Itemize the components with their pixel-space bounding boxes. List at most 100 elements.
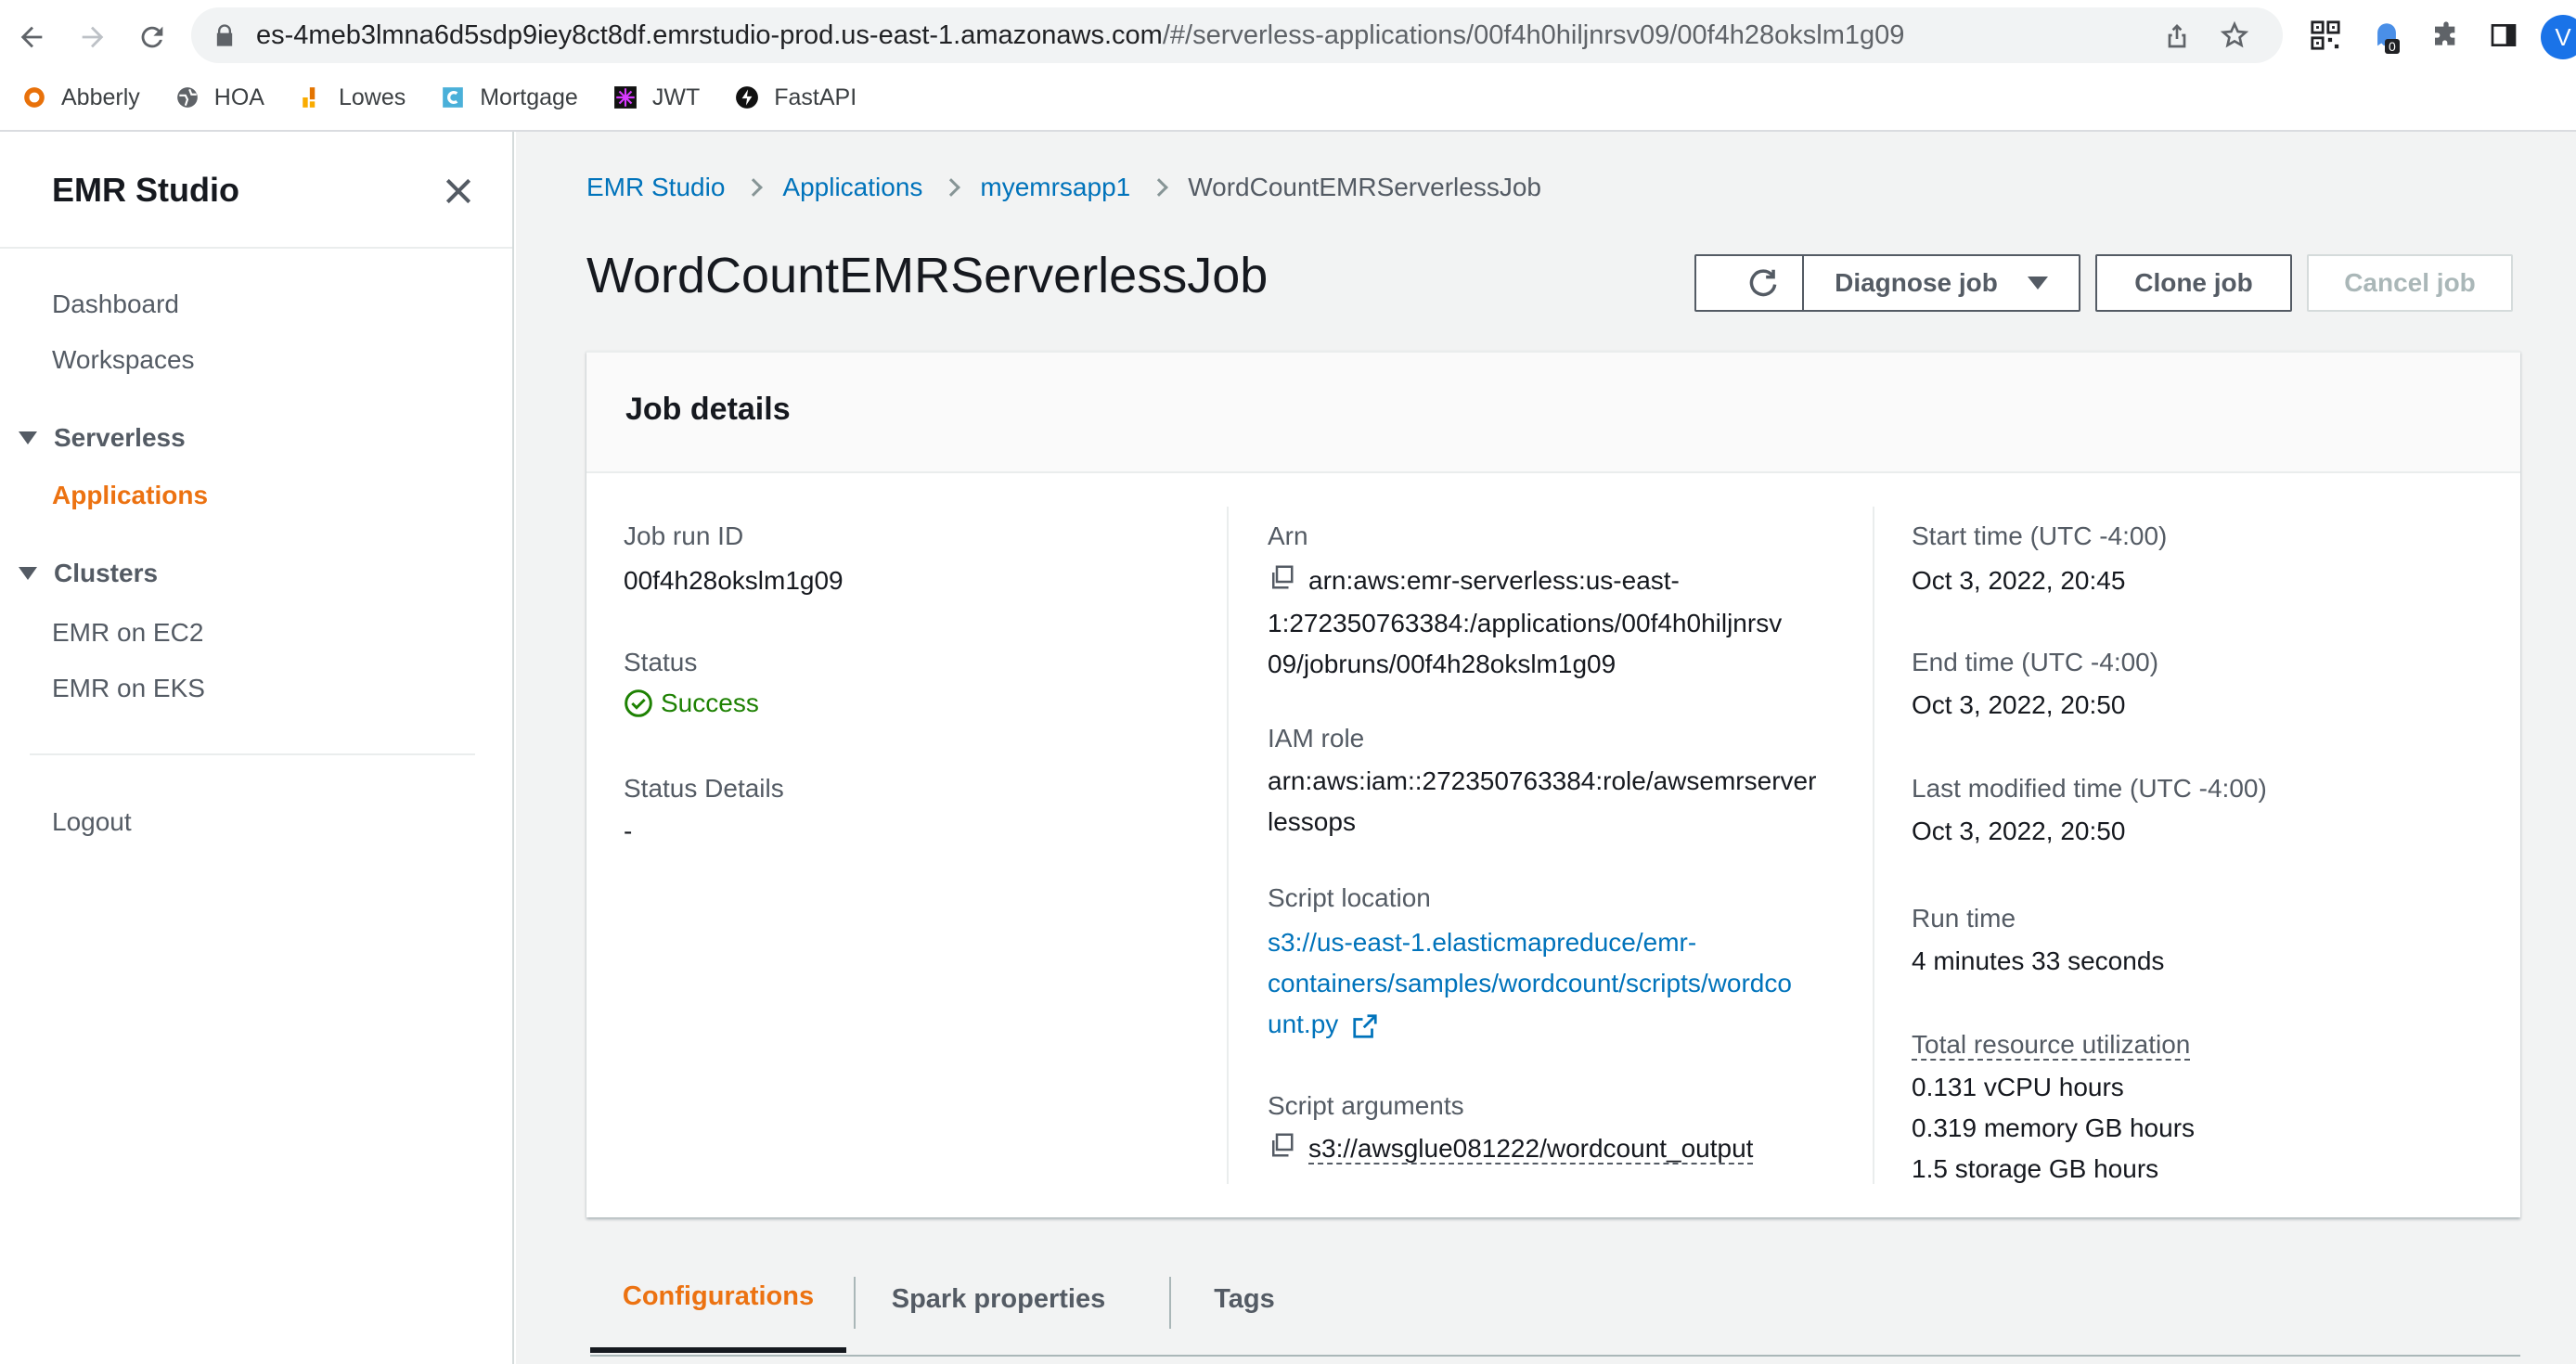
end-time-label: End time (UTC -4:00) [1912, 648, 2159, 676]
reload-icon [141, 26, 163, 48]
sidebar-item-emr-on-ec2[interactable]: EMR on EC2 [52, 618, 203, 648]
bars-icon [298, 84, 326, 111]
vcpu-hours: 0.131 vCPU hours [1912, 1073, 2124, 1101]
storage-hours: 1.5 storage GB hours [1912, 1154, 2159, 1183]
job-run-id-label: Job run ID [624, 521, 744, 550]
share-icon[interactable] [2162, 20, 2192, 50]
external-link-icon [1353, 1013, 1377, 1038]
iam-role-label: IAM role [1268, 724, 1365, 753]
iam-role-line: arn:aws:iam::272350763384:role/awsemrser… [1268, 766, 1817, 795]
script-location-line: containers/samples/wordcount/scripts/wor… [1268, 969, 1792, 997]
profile-initial: V [2555, 22, 2571, 51]
url-path: /#/serverless-applications/00f4h0hiljnrs… [1162, 20, 1905, 50]
mortgage-icon [439, 84, 467, 111]
sidebar-item-workspaces[interactable]: Workspaces [52, 345, 195, 375]
breadcrumb-applications[interactable]: Applications [782, 173, 922, 202]
sidebar-close-button[interactable] [440, 173, 477, 210]
total-resource-label[interactable]: Total resource utilization [1912, 1030, 2191, 1061]
check-circle-icon [625, 689, 652, 717]
script-location-link[interactable]: s3://us-east-1.elasticmapreduce/emr- con… [1268, 922, 1843, 1045]
arn-line-text: 09/jobruns/00f4h28okslm1g09 [1268, 649, 1616, 678]
address-bar[interactable]: es-4meb3lmna6d5sdp9iey8ct8df.emrstudio-p… [191, 7, 2283, 63]
end-time-value: Oct 3, 2022, 20:50 [1912, 690, 2126, 719]
arn-label: Arn [1268, 521, 1308, 550]
sidebar-item-dashboard[interactable]: Dashboard [52, 290, 179, 319]
lock-icon [216, 24, 233, 46]
diagnose-job-button[interactable]: Diagnose job [1802, 254, 2080, 312]
chevron-right-icon [744, 178, 764, 197]
back-button[interactable] [13, 19, 50, 56]
caret-down-icon [19, 567, 37, 580]
arn-value: arn:aws:emr-serverless:us-east- 1:272350… [1268, 560, 1843, 685]
status-details-value: - [624, 817, 633, 845]
bookmark-label: HOA [213, 84, 264, 110]
script-location-line: s3://us-east-1.elasticmapreduce/emr- [1268, 928, 1697, 957]
clone-job-button[interactable]: Clone job [2095, 254, 2292, 312]
profile-avatar[interactable]: V [2541, 15, 2576, 59]
forward-button[interactable] [74, 19, 111, 56]
puzzle-extension-icon[interactable] [2428, 17, 2465, 54]
script-arguments-text: s3://awsglue081222/wordcount_output [1308, 1134, 1754, 1165]
fastapi-icon [733, 84, 761, 111]
sidebar-item-logout[interactable]: Logout [52, 807, 132, 837]
sidebar-item-applications[interactable]: Applications [52, 481, 208, 510]
job-details-card: Job details Job run ID 00f4h28okslm1g09 … [586, 351, 2520, 1217]
tab-tags[interactable]: Tags [1175, 1245, 1314, 1353]
caret-down-icon [19, 431, 37, 444]
main-content: EMR Studio Applications myemrsapp1 WordC… [516, 132, 2576, 1364]
total-resource-label-text: Total resource utilization [1912, 1030, 2191, 1061]
bookmark-label: Abberly [61, 84, 140, 110]
sidepanel-icon[interactable] [2485, 17, 2522, 54]
start-time-value: Oct 3, 2022, 20:45 [1912, 566, 2126, 595]
column-divider [1227, 507, 1229, 1184]
browser-toolbar: es-4meb3lmna6d5sdp9iey8ct8df.emrstudio-p… [0, 0, 2576, 132]
job-run-id-value: 00f4h28okslm1g09 [624, 566, 844, 595]
breadcrumb-app[interactable]: myemrsapp1 [980, 173, 1130, 202]
tab-bar: Configurations Spark properties Tags [590, 1245, 2520, 1357]
bookmark-label: Lowes [338, 84, 406, 110]
tab-spark-properties[interactable]: Spark properties [859, 1245, 1138, 1353]
url-host: es-4meb3lmna6d5sdp9iey8ct8df.emrstudio-p… [256, 20, 1163, 50]
breadcrumb-current: WordCountEMRServerlessJob [1188, 173, 1541, 201]
status-text: Success [661, 688, 759, 717]
run-time-label: Run time [1912, 904, 2016, 933]
sidebar-section-serverless[interactable]: Serverless [19, 423, 186, 453]
status-value: Success [624, 683, 759, 724]
breadcrumb-emr-studio[interactable]: EMR Studio [586, 173, 725, 202]
sidebar-section-clusters[interactable]: Clusters [19, 559, 158, 588]
bookmark-label: JWT [651, 84, 701, 110]
bookmark-lowes[interactable]: Lowes [298, 84, 406, 111]
sidebar-divider [0, 247, 512, 249]
arrow-left-icon [20, 26, 43, 48]
qr-extension-icon[interactable] [2307, 17, 2344, 54]
memory-hours: 0.319 memory GB hours [1912, 1113, 2196, 1142]
tab-configurations[interactable]: Configurations [590, 1245, 846, 1353]
arn-line-text: arn:aws:emr-serverless:us-east- [1308, 566, 1680, 595]
reload-button[interactable] [134, 19, 171, 56]
bookmark-hoa[interactable]: HOA [174, 84, 264, 111]
script-arguments-label: Script arguments [1268, 1091, 1464, 1120]
start-time-label: Start time (UTC -4:00) [1912, 521, 2168, 550]
sidebar: EMR Studio Dashboard Workspaces Serverle… [0, 132, 514, 1364]
star-icon[interactable] [2220, 20, 2249, 50]
cancel-job-button[interactable]: Cancel job [2307, 254, 2513, 312]
copy-icon[interactable] [1268, 562, 1295, 603]
copy-icon[interactable] [1268, 1130, 1295, 1171]
section-label: Clusters [54, 559, 159, 587]
arn-line-text: 1:272350763384:/applications/00f4h0hiljn… [1268, 608, 1783, 637]
breadcrumb: EMR Studio Applications myemrsapp1 WordC… [586, 173, 1541, 202]
page-title: WordCountEMRServerlessJob [586, 248, 1269, 303]
bookmark-jwt[interactable]: JWT [612, 84, 700, 111]
tab-separator [854, 1277, 856, 1329]
chevron-right-icon [1150, 178, 1169, 197]
status-label: Status [624, 648, 698, 676]
bookmark-abberly[interactable]: Abberly [20, 84, 140, 111]
bookmark-mortgage[interactable]: Mortgage [439, 84, 578, 111]
sidebar-divider [30, 753, 475, 755]
script-location-line-last: unt.py [1268, 1004, 1843, 1045]
tab-separator [1169, 1277, 1171, 1329]
sidebar-item-emr-on-eks[interactable]: EMR on EKS [52, 674, 205, 703]
ghost-extension-icon[interactable]: 0 [2368, 17, 2405, 54]
bookmark-fastapi[interactable]: FastAPI [733, 84, 857, 111]
bookmarks-bar: Abberly HOA Lowes Mortgage JWT FastAPI [0, 74, 869, 121]
